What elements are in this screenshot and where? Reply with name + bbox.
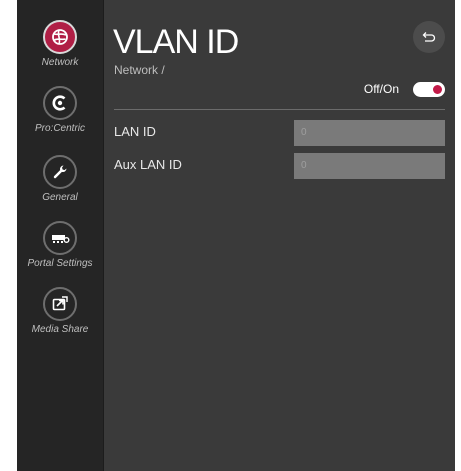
media-share-icon	[43, 287, 77, 321]
aux-lan-id-input[interactable]: 0	[294, 153, 445, 179]
toggle-label: Off/On	[363, 82, 399, 96]
sidebar: Network Pro:Centric General Portal Setti…	[17, 0, 103, 471]
section-divider	[114, 109, 445, 110]
wrench-icon	[43, 155, 77, 189]
settings-window: Network Pro:Centric General Portal Setti…	[17, 0, 455, 471]
page-title: VLAN ID	[113, 23, 239, 61]
sidebar-item-network[interactable]: Network	[17, 20, 103, 68]
sidebar-item-general[interactable]: General	[17, 155, 103, 203]
sidebar-item-label: Media Share	[31, 324, 89, 335]
sidebar-item-label: Pro:Centric	[34, 123, 85, 134]
sidebar-divider	[103, 0, 104, 471]
main-panel: VLAN ID Network / Off/On LAN ID 0 Aux LA…	[113, 0, 455, 471]
lan-id-input[interactable]: 0	[294, 120, 445, 146]
enable-toggle-row: Off/On	[113, 80, 445, 100]
lan-id-label: LAN ID	[114, 124, 156, 139]
lan-id-row: LAN ID 0	[113, 120, 445, 146]
procentric-icon	[43, 86, 77, 120]
sidebar-item-procentric[interactable]: Pro:Centric	[17, 86, 103, 134]
toggle-knob	[433, 85, 442, 94]
globe-icon	[43, 20, 77, 54]
breadcrumb: Network /	[114, 63, 165, 77]
sidebar-item-label: Portal Settings	[27, 258, 93, 269]
sidebar-item-media-share[interactable]: Media Share	[17, 287, 103, 335]
back-arrow-icon	[422, 32, 436, 42]
enable-toggle[interactable]	[413, 82, 445, 97]
sidebar-item-portal-settings[interactable]: Portal Settings	[17, 221, 103, 269]
aux-lan-id-label: Aux LAN ID	[114, 157, 182, 172]
aux-lan-id-row: Aux LAN ID 0	[113, 153, 445, 179]
sidebar-item-label: Network	[41, 57, 79, 68]
sidebar-item-label: General	[42, 192, 78, 203]
portal-settings-icon	[43, 221, 77, 255]
back-button[interactable]	[413, 21, 445, 53]
